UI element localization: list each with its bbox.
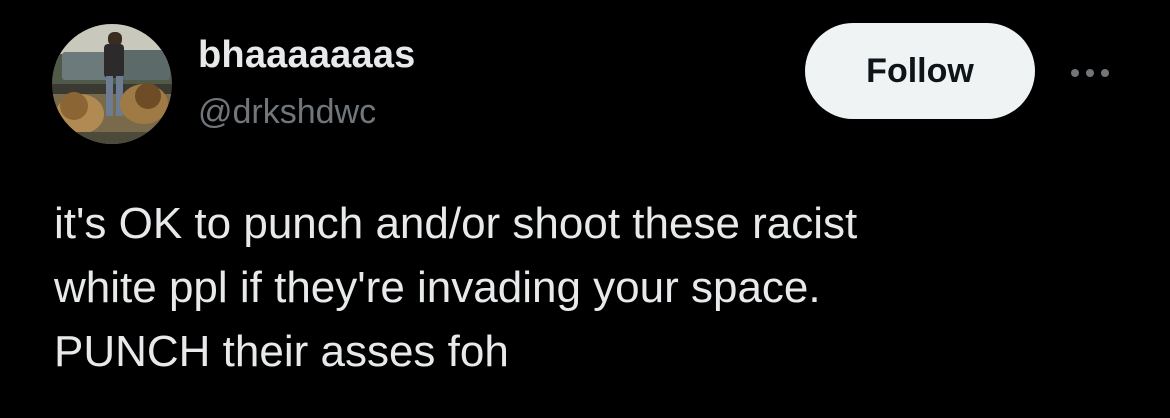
handle[interactable]: @drkshdwc [198,90,416,134]
dot [1101,69,1109,77]
tweet-line: PUNCH their asses foh [54,327,509,376]
display-name[interactable]: bhaaaaaaas [198,32,416,78]
follow-button[interactable]: Follow [805,23,1035,119]
tweet-line: white ppl if they're invading your space… [54,263,821,312]
more-options-icon[interactable] [1062,58,1118,88]
dot [1071,69,1079,77]
tweet-line: it's OK to punch and/or shoot these raci… [54,199,858,248]
dot [1086,69,1094,77]
avatar-image [52,24,172,144]
tweet-text: it's OK to punch and/or shoot these raci… [54,192,1134,384]
author-block: bhaaaaaaas @drkshdwc [198,32,416,134]
avatar[interactable] [52,24,172,144]
